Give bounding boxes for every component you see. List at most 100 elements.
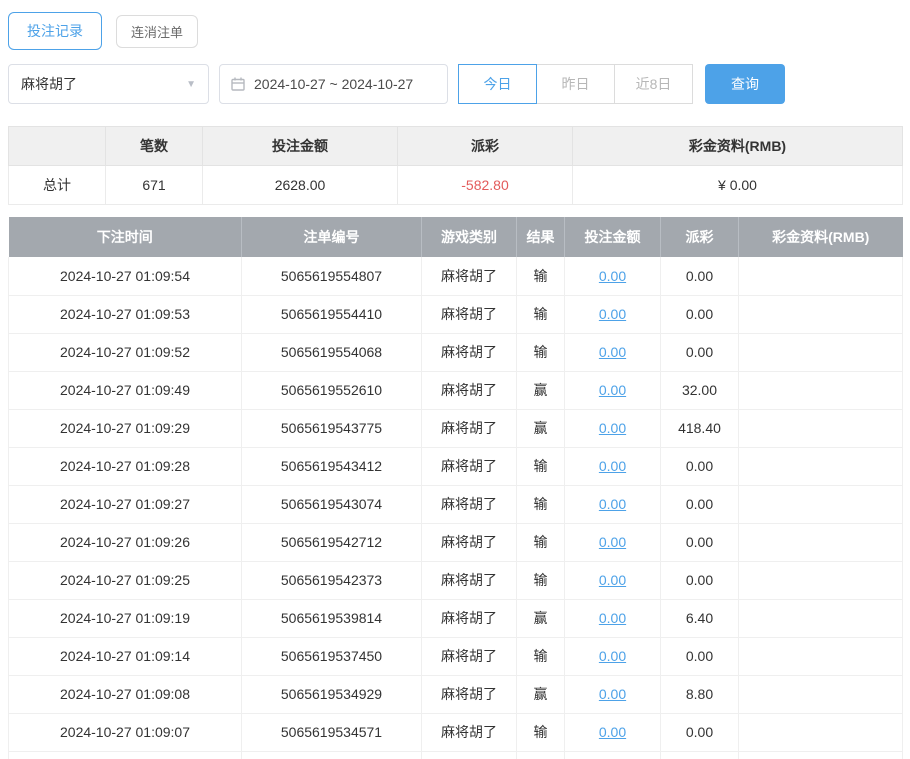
game-select[interactable]: 麻将胡了 ▼ — [8, 64, 209, 104]
cell-bet-amount: 0.00 — [565, 257, 661, 295]
cell-payout: 0.00 — [661, 637, 739, 675]
cell-payout: 0.00 — [661, 257, 739, 295]
bet-amount-link[interactable]: 0.00 — [599, 572, 626, 588]
bet-amount-link[interactable]: 0.00 — [599, 534, 626, 550]
cell-result: 输 — [517, 751, 565, 759]
cell-result: 输 — [517, 523, 565, 561]
cell-bet-amount: 0.00 — [565, 447, 661, 485]
betting-records-page: 投注记录 连消注单 麻将胡了 ▼ 2024-10-27 ~ 2024-10-27… — [0, 0, 910, 759]
col-header-bet-id: 注单编号 — [242, 217, 422, 257]
cell-result: 赢 — [517, 371, 565, 409]
col-header-jackpot: 彩金资料(RMB) — [739, 217, 903, 257]
cell-payout: 0.00 — [661, 333, 739, 371]
cell-result: 赢 — [517, 599, 565, 637]
cell-bet-time: 2024-10-27 01:09:27 — [9, 485, 242, 523]
table-row: 2024-10-27 01:09:265065619542712麻将胡了输0.0… — [9, 523, 903, 561]
cell-result: 输 — [517, 561, 565, 599]
cell-bet-id: 5065619554068 — [242, 333, 422, 371]
bet-amount-link[interactable]: 0.00 — [599, 496, 626, 512]
cell-bet-id: 5065619554807 — [242, 257, 422, 295]
bet-amount-link[interactable]: 0.00 — [599, 686, 626, 702]
cell-payout: 0.00 — [661, 447, 739, 485]
cell-result: 输 — [517, 295, 565, 333]
date-range-value: 2024-10-27 ~ 2024-10-27 — [254, 76, 413, 92]
cell-bet-time: 2024-10-27 01:09:53 — [9, 295, 242, 333]
cell-bet-time: 2024-10-27 01:09:54 — [9, 257, 242, 295]
query-button[interactable]: 查询 — [705, 64, 785, 104]
table-row: 2024-10-27 01:09:535065619554410麻将胡了输 0.0… — [9, 295, 903, 333]
cell-bet-time: 2024-10-27 01:09:08 — [9, 675, 242, 713]
table-row: 2024-10-27 01:09:495065619552610麻将胡了赢0.0… — [9, 371, 903, 409]
bet-amount-link[interactable]: 0.00 — [599, 420, 626, 436]
cell-bet-id: 5065619554410 — [242, 295, 422, 333]
bet-amount-link[interactable]: 0.00 — [599, 724, 626, 740]
cell-bet-id: 5065619543775 — [242, 409, 422, 447]
bet-table-body: 2024-10-27 01:09:545065619554807麻将胡了输0.0… — [9, 257, 903, 759]
cell-bet-amount: 0.00 — [565, 523, 661, 561]
cell-bet-amount: 0.00 — [565, 409, 661, 447]
summary-total-payout: -582.80 — [398, 166, 573, 205]
bet-amount-link[interactable]: 0.00 — [599, 382, 626, 398]
table-row: 2024-10-27 01:09:285065619543412麻将胡了输0.0… — [9, 447, 903, 485]
col-header-bet-amount: 投注金额 — [565, 217, 661, 257]
cell-game-type: 麻将胡了 — [422, 751, 517, 759]
bet-amount-link[interactable]: 0.00 — [599, 648, 626, 664]
cell-payout: 8.80 — [661, 675, 739, 713]
table-row: 2024-10-27 01:09:065065619534184麻将胡了输0.0… — [9, 751, 903, 759]
cell-bet-id: 5065619534184 — [242, 751, 422, 759]
cell-jackpot — [739, 409, 903, 447]
summary-header-payout: 派彩 — [398, 127, 573, 166]
yesterday-button[interactable]: 昨日 — [536, 64, 615, 104]
cell-bet-time: 2024-10-27 01:09:28 — [9, 447, 242, 485]
summary-table: 笔数 投注金额 派彩 彩金资料(RMB) 总计 671 2628.00 -582… — [8, 126, 903, 205]
today-button[interactable]: 今日 — [458, 64, 537, 104]
cell-payout: 0.00 — [661, 523, 739, 561]
cell-bet-amount: 0.00 — [565, 485, 661, 523]
bet-amount-link[interactable]: 0.00 — [599, 610, 626, 626]
table-row: 2024-10-27 01:09:295065619543775麻将胡了赢0.0… — [9, 409, 903, 447]
cell-jackpot — [739, 675, 903, 713]
cell-result: 赢 — [517, 409, 565, 447]
cell-bet-time: 2024-10-27 01:09:14 — [9, 637, 242, 675]
cell-jackpot — [739, 371, 903, 409]
last-8-days-button[interactable]: 近8日 — [614, 64, 693, 104]
cell-bet-amount: 0.00 — [565, 561, 661, 599]
cell-payout: 418.40 — [661, 409, 739, 447]
summary-total-jackpot: ¥ 0.00 — [573, 166, 903, 205]
cell-bet-time: 2024-10-27 01:09:29 — [9, 409, 242, 447]
cell-bet-id: 5065619542373 — [242, 561, 422, 599]
table-row: 2024-10-27 01:09:525065619554068麻将胡了输0.0… — [9, 333, 903, 371]
cell-bet-amount: 0.00 — [565, 333, 661, 371]
cell-jackpot — [739, 485, 903, 523]
cell-bet-time: 2024-10-27 01:09:49 — [9, 371, 242, 409]
bet-amount-link[interactable]: 0.00 — [599, 268, 626, 284]
table-row: 2024-10-27 01:09:255065619542373麻将胡了输0.0… — [9, 561, 903, 599]
chevron-down-icon: ▼ — [186, 79, 196, 90]
cell-jackpot — [739, 637, 903, 675]
cell-game-type: 麻将胡了 — [422, 485, 517, 523]
bet-amount-link[interactable]: 0.00 — [599, 306, 626, 322]
cell-bet-amount: 0.00 — [565, 713, 661, 751]
cell-bet-id: 5065619534571 — [242, 713, 422, 751]
col-header-bet-time: 下注时间 — [9, 217, 242, 257]
summary-header-count: 笔数 — [106, 127, 203, 166]
cell-bet-amount: 0.00 — [565, 295, 661, 333]
tab-betting-records[interactable]: 投注记录 — [8, 12, 102, 50]
top-tabs: 投注记录 连消注单 — [8, 12, 902, 50]
bet-amount-link[interactable]: 0.00 — [599, 344, 626, 360]
date-range-input[interactable]: 2024-10-27 ~ 2024-10-27 — [219, 64, 448, 104]
filter-bar: 麻将胡了 ▼ 2024-10-27 ~ 2024-10-27 今日 昨日 近8日… — [8, 64, 902, 104]
tab-cancelled-bets[interactable]: 连消注单 — [116, 15, 198, 48]
cell-game-type: 麻将胡了 — [422, 295, 517, 333]
cell-payout: 0.00 — [661, 295, 739, 333]
cell-game-type: 麻将胡了 — [422, 523, 517, 561]
cell-bet-id: 5065619543412 — [242, 447, 422, 485]
cell-game-type: 麻将胡了 — [422, 599, 517, 637]
bet-table-header-row: 下注时间 注单编号 游戏类别 结果 投注金额 派彩 彩金资料(RMB) — [9, 217, 903, 257]
table-row: 2024-10-27 01:09:075065619534571麻将胡了输0.0… — [9, 713, 903, 751]
cell-bet-id: 5065619543074 — [242, 485, 422, 523]
summary-header-jackpot: 彩金资料(RMB) — [573, 127, 903, 166]
table-row: 2024-10-27 01:09:145065619537450麻将胡了输0.0… — [9, 637, 903, 675]
bet-amount-link[interactable]: 0.00 — [599, 458, 626, 474]
cell-bet-amount: 0.00 — [565, 637, 661, 675]
